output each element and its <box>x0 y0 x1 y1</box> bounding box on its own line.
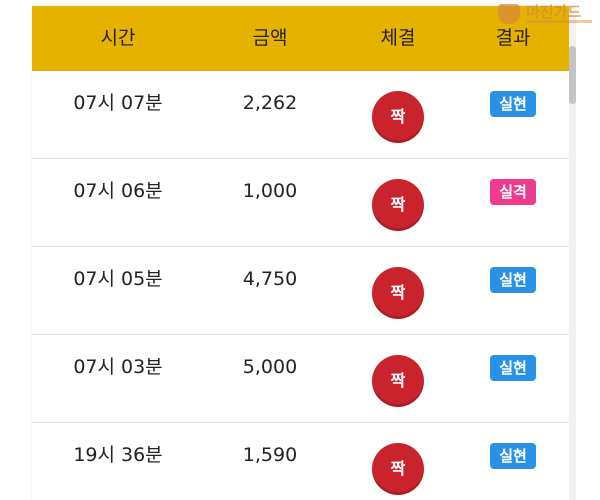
history-table: 시간 금액 체결 결과 07시 07분 2,262 짝 실현 07시 06분 1… <box>32 6 570 500</box>
watermark-text: 마진가드 <box>526 3 582 21</box>
table-row[interactable]: 19시 36분 1,590 짝 실현 <box>32 423 570 500</box>
row-time: 07시 07분 <box>73 92 163 114</box>
vertical-scrollbar[interactable] <box>569 6 576 500</box>
header-bet: 체결 <box>380 27 416 49</box>
row-amount: 1,000 <box>242 180 298 202</box>
table-row[interactable]: 07시 03분 5,000 짝 실현 <box>32 335 570 423</box>
table-row[interactable]: 07시 06분 1,000 짝 실격 <box>32 159 570 247</box>
table-row[interactable]: 07시 07분 2,262 짝 실현 <box>32 71 570 159</box>
table-row[interactable]: 07시 05분 4,750 짝 실현 <box>32 247 570 335</box>
scrollbar-thumb[interactable] <box>569 46 576 104</box>
status-badge: 실현 <box>490 91 536 117</box>
status-badge: 실현 <box>490 267 536 293</box>
page: 시간 금액 체결 결과 07시 07분 2,262 짝 실현 07시 06분 1… <box>0 0 600 500</box>
bet-circle: 짝 <box>372 91 424 143</box>
table-header: 시간 금액 체결 결과 <box>32 6 570 71</box>
row-amount: 2,262 <box>242 92 298 114</box>
status-badge: 실현 <box>490 443 536 469</box>
row-amount: 1,590 <box>242 444 298 466</box>
row-time: 07시 05분 <box>73 268 163 290</box>
status-badge: 실격 <box>490 179 536 205</box>
row-time: 07시 03분 <box>73 356 163 378</box>
bet-circle: 짝 <box>372 443 424 495</box>
watermark-underline <box>526 20 592 23</box>
status-badge: 실현 <box>490 355 536 381</box>
shield-crest-icon <box>498 4 520 24</box>
row-time: 19시 36분 <box>73 444 163 466</box>
header-time: 시간 <box>100 27 136 49</box>
row-amount: 4,750 <box>242 268 298 290</box>
bet-circle: 짝 <box>372 355 424 407</box>
header-amount: 금액 <box>252 27 288 49</box>
row-time: 07시 06분 <box>73 180 163 202</box>
bet-circle: 짝 <box>372 179 424 231</box>
watermark-logo: 마진가드 <box>498 2 596 28</box>
bet-circle: 짝 <box>372 267 424 319</box>
row-amount: 5,000 <box>242 356 298 378</box>
